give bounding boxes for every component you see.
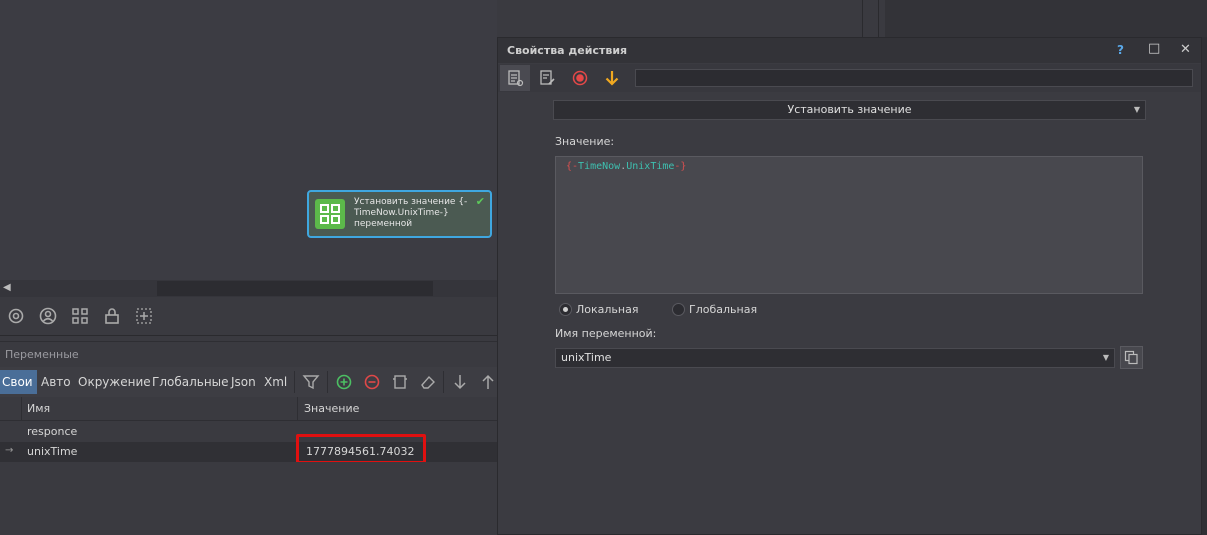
- tab-own[interactable]: Свои: [0, 370, 37, 394]
- divider: [443, 371, 444, 393]
- divider: [327, 371, 328, 393]
- node-label-line: переменной: [354, 219, 413, 229]
- close-button[interactable]: ✕: [1180, 42, 1191, 57]
- filter-icon[interactable]: [302, 373, 320, 391]
- variable-name-value: unixTime: [561, 351, 612, 364]
- action-properties-dialog: Свойства действия ? □ ✕ Установить значе…: [497, 37, 1202, 535]
- row-name: unixTime: [27, 445, 78, 458]
- radio-dot: [672, 303, 685, 316]
- node-label: Установить значение {- TimeNow.UnixTime-…: [354, 197, 474, 230]
- dialog-search-input[interactable]: [635, 69, 1193, 87]
- properties-icon[interactable]: [506, 69, 524, 87]
- value-label: Значение:: [555, 135, 615, 148]
- chevron-down-icon: ▼: [1133, 105, 1140, 114]
- scroll-left-icon[interactable]: ◀: [3, 282, 11, 293]
- row-name: responce: [27, 425, 78, 438]
- divider: [878, 0, 879, 37]
- lock-icon[interactable]: [102, 306, 122, 326]
- column-header-name[interactable]: Имя: [27, 402, 50, 415]
- arrow-up-icon[interactable]: [479, 373, 497, 391]
- dialog-titlebar[interactable]: Свойства действия ? □ ✕: [498, 38, 1201, 63]
- variables-panel-header: Переменные: [0, 341, 497, 367]
- value-editor[interactable]: {-TimeNow.UnixTime-}: [555, 156, 1143, 294]
- grid-empty-area: [0, 462, 497, 535]
- panel-title: Переменные: [5, 348, 79, 361]
- variables-grid-header: Имя Значение: [0, 397, 497, 421]
- divider: [21, 397, 22, 421]
- check-icon: ✔: [475, 195, 485, 208]
- column-header-value[interactable]: Значение: [304, 402, 359, 415]
- copy-button[interactable]: [1120, 346, 1143, 369]
- divider: [862, 0, 863, 37]
- tab-json[interactable]: Json: [231, 375, 256, 389]
- grid-icon[interactable]: [70, 306, 90, 326]
- action-node[interactable]: Установить значение {- TimeNow.UnixTime-…: [307, 190, 492, 238]
- tab-global[interactable]: Глобальные: [152, 375, 229, 389]
- record-icon[interactable]: [571, 69, 589, 87]
- remove-icon[interactable]: [363, 373, 381, 391]
- columns-icon[interactable]: [391, 373, 409, 391]
- edit-notes-icon[interactable]: [538, 69, 556, 87]
- tab-xml[interactable]: Xml: [264, 375, 287, 389]
- node-label-line: TimeNow.UnixTime-}: [354, 208, 449, 218]
- gear-icon[interactable]: [6, 306, 26, 326]
- add-frame-icon[interactable]: [134, 306, 154, 326]
- user-circle-icon[interactable]: [38, 306, 58, 326]
- node-label-line: Установить значение {-: [354, 197, 468, 207]
- divider: [297, 397, 298, 421]
- chevron-down-icon: ▼: [1102, 353, 1109, 362]
- macro-brace: -}: [674, 161, 687, 172]
- divider: [294, 371, 295, 393]
- background-panel: [1202, 37, 1207, 535]
- dialog-title: Свойства действия: [507, 44, 628, 57]
- eraser-icon[interactable]: [419, 373, 437, 391]
- background-panel: [885, 0, 1207, 37]
- current-row-arrow-icon: →: [5, 445, 14, 456]
- arrow-down-icon[interactable]: [451, 373, 469, 391]
- copy-icon: [1124, 350, 1138, 365]
- macro-brace: {-: [566, 161, 579, 172]
- action-type-value: Установить значение: [787, 103, 912, 116]
- help-button[interactable]: ?: [1117, 43, 1124, 57]
- tab-environment[interactable]: Окружение: [78, 375, 151, 389]
- scrollbar-thumb[interactable]: [157, 281, 433, 296]
- macro-object: TimeNow: [578, 161, 621, 172]
- horizontal-scrollbar[interactable]: ◀: [0, 280, 497, 297]
- variable-name-select[interactable]: unixTime ▼: [555, 348, 1115, 368]
- arrow-down-icon[interactable]: [603, 69, 621, 87]
- radio-label: Локальная: [576, 303, 639, 316]
- variable-name-label: Имя переменной:: [555, 327, 657, 340]
- tab-auto[interactable]: Авто: [41, 375, 71, 389]
- radio-dot: [559, 303, 572, 316]
- workflow-canvas[interactable]: [0, 0, 497, 280]
- highlight-box: [296, 434, 426, 464]
- grid-icon: [315, 199, 345, 229]
- dialog-toolbar: [498, 64, 1201, 92]
- macro-property: UnixTime: [626, 161, 675, 172]
- canvas-toolbar: [0, 300, 497, 334]
- radio-label: Глобальная: [689, 303, 758, 316]
- divider: [0, 335, 497, 336]
- maximize-button[interactable]: □: [1148, 41, 1160, 56]
- variables-tabs: Свои Авто Окружение Глобальные Json Xml: [0, 367, 497, 397]
- action-type-select[interactable]: Установить значение ▼: [553, 100, 1146, 120]
- add-icon[interactable]: [335, 373, 353, 391]
